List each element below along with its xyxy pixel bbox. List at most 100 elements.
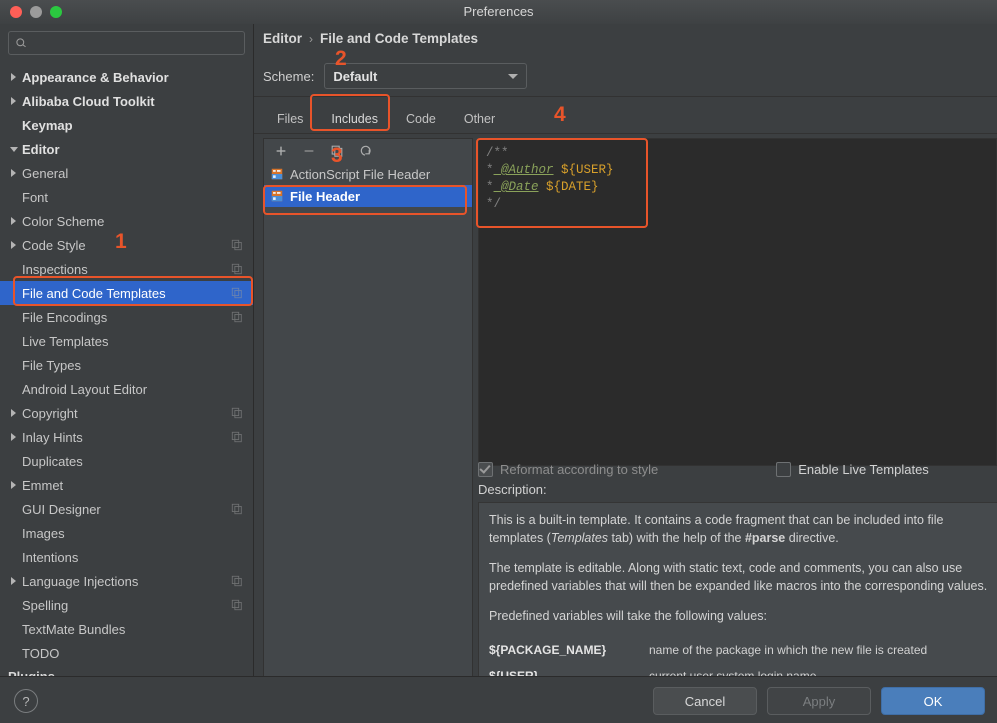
add-template-icon[interactable] bbox=[274, 144, 288, 158]
sidebar-item-label: Images bbox=[22, 525, 65, 541]
copy-settings-icon[interactable] bbox=[231, 287, 243, 299]
copy-settings-icon[interactable] bbox=[231, 431, 243, 443]
code-line-3: * @Date ${DATE} bbox=[486, 179, 996, 196]
reset-template-icon[interactable] bbox=[358, 144, 372, 158]
ok-button[interactable]: OK bbox=[881, 687, 985, 715]
sidebar-item-gui-designer[interactable]: GUI Designer bbox=[0, 497, 253, 521]
code-comment-close: */ bbox=[486, 197, 502, 211]
copy-settings-icon[interactable] bbox=[231, 263, 243, 275]
chevron-right-icon[interactable] bbox=[8, 96, 19, 107]
template-code-editor[interactable]: /** * @Author ${USER} * @Date ${DATE} */ bbox=[478, 138, 997, 466]
tab-code[interactable]: Code bbox=[392, 105, 450, 133]
tab-other[interactable]: Other bbox=[450, 105, 509, 133]
code-comment-open: /** bbox=[486, 146, 509, 160]
description-paragraph-2: The template is editable. Along with sta… bbox=[489, 561, 988, 593]
description-paragraph-1: This is a built-in template. It contains… bbox=[489, 511, 997, 547]
sidebar-item-alibaba-cloud-toolkit[interactable]: Alibaba Cloud Toolkit bbox=[0, 89, 253, 113]
copy-settings-icon[interactable] bbox=[231, 503, 243, 515]
template-file-icon bbox=[271, 190, 283, 202]
scheme-label: Scheme: bbox=[263, 68, 315, 84]
reformat-checkbox[interactable] bbox=[478, 461, 493, 477]
chevron-down-icon[interactable] bbox=[8, 144, 19, 155]
search-box[interactable] bbox=[8, 31, 245, 55]
chevron-right-icon[interactable] bbox=[8, 480, 19, 491]
sidebar-item-file-encodings[interactable]: File Encodings bbox=[0, 305, 253, 329]
sidebar-item-appearance-behavior[interactable]: Appearance & Behavior bbox=[0, 65, 253, 89]
copy-settings-icon[interactable] bbox=[231, 407, 243, 419]
sidebar-item-images[interactable]: Images bbox=[0, 521, 253, 545]
sidebar-item-label: Intentions bbox=[22, 549, 79, 565]
sidebar-item-file-and-code-templates[interactable]: File and Code Templates bbox=[0, 281, 253, 305]
desc-p1-b: tab) with the help of the bbox=[608, 531, 745, 545]
search-input[interactable] bbox=[32, 35, 238, 51]
chevron-right-icon[interactable] bbox=[8, 168, 19, 179]
sidebar-item-duplicates[interactable]: Duplicates bbox=[0, 449, 253, 473]
chevron-right-icon[interactable] bbox=[8, 216, 19, 227]
sidebar-partial-item[interactable]: Plugins bbox=[0, 669, 253, 676]
code-tag-author: @Author bbox=[493, 163, 554, 177]
sidebar-item-label: Language Injections bbox=[22, 573, 139, 589]
chevron-right-icon[interactable] bbox=[8, 408, 19, 419]
sidebar-item-android-layout-editor[interactable]: Android Layout Editor bbox=[0, 377, 253, 401]
header-divider bbox=[254, 96, 997, 97]
chevron-right-icon[interactable] bbox=[8, 576, 19, 587]
sidebar-item-label: Inspections bbox=[22, 261, 88, 277]
sidebar-item-label: Color Scheme bbox=[22, 213, 105, 229]
tab-includes[interactable]: Includes bbox=[317, 105, 392, 133]
remove-template-icon[interactable] bbox=[302, 144, 316, 158]
sidebar-item-color-scheme[interactable]: Color Scheme bbox=[0, 209, 253, 233]
help-button[interactable]: ? bbox=[14, 689, 38, 713]
apply-button[interactable]: Apply bbox=[767, 687, 871, 715]
chevron-right-icon[interactable] bbox=[8, 432, 19, 443]
sidebar-item-inspections[interactable]: Inspections bbox=[0, 257, 253, 281]
tabs-divider bbox=[254, 133, 997, 134]
copy-template-icon[interactable] bbox=[330, 144, 344, 158]
copy-settings-icon[interactable] bbox=[231, 599, 243, 611]
sidebar-item-inlay-hints[interactable]: Inlay Hints bbox=[0, 425, 253, 449]
sidebar-item-keymap[interactable]: Keymap bbox=[0, 113, 253, 137]
code-tag-date: @Date bbox=[493, 180, 539, 194]
code-line-4: */ bbox=[486, 196, 996, 213]
tab-files[interactable]: Files bbox=[263, 105, 317, 133]
sidebar-item-live-templates[interactable]: Live Templates bbox=[0, 329, 253, 353]
chevron-right-icon[interactable] bbox=[8, 240, 19, 251]
sidebar-item-label: GUI Designer bbox=[22, 501, 101, 517]
template-list-item-label: File Header bbox=[290, 188, 361, 204]
sidebar-item-copyright[interactable]: Copyright bbox=[0, 401, 253, 425]
code-var-date: ${DATE} bbox=[538, 180, 599, 194]
sidebar-item-textmate-bundles[interactable]: TextMate Bundles bbox=[0, 617, 253, 641]
sidebar-item-label: File Encodings bbox=[22, 309, 108, 325]
template-list-item[interactable]: File Header bbox=[264, 185, 472, 207]
sidebar-item-file-types[interactable]: File Types bbox=[0, 353, 253, 377]
sidebar-item-code-style[interactable]: Code Style bbox=[0, 233, 253, 257]
breadcrumb-parent[interactable]: Editor bbox=[263, 31, 302, 46]
sidebar-item-editor[interactable]: Editor bbox=[0, 137, 253, 161]
template-list-item[interactable]: ActionScript File Header bbox=[264, 163, 472, 185]
copy-settings-icon[interactable] bbox=[231, 575, 243, 587]
cancel-button[interactable]: Cancel bbox=[653, 687, 757, 715]
enable-live-templates-checkbox[interactable] bbox=[776, 461, 792, 477]
sidebar-item-intentions[interactable]: Intentions bbox=[0, 545, 253, 569]
sidebar-item-font[interactable]: Font bbox=[0, 185, 253, 209]
copy-settings-icon[interactable] bbox=[231, 239, 243, 251]
sidebar-item-label: Duplicates bbox=[22, 453, 83, 469]
copy-settings-icon[interactable] bbox=[231, 311, 243, 323]
chevron-right-icon[interactable] bbox=[8, 72, 19, 83]
sidebar-item-todo[interactable]: TODO bbox=[0, 641, 253, 665]
sidebar-item-emmet[interactable]: Emmet bbox=[0, 473, 253, 497]
desc-p1-italic: Templates bbox=[550, 531, 609, 545]
sidebar-item-language-injections[interactable]: Language Injections bbox=[0, 569, 253, 593]
code-star: * bbox=[486, 180, 494, 194]
sidebar-item-spelling[interactable]: Spelling bbox=[0, 593, 253, 617]
scheme-dropdown[interactable]: Default bbox=[324, 63, 528, 89]
code-line-2: * @Author ${USER} bbox=[486, 162, 996, 179]
sidebar-item-general[interactable]: General bbox=[0, 161, 253, 185]
